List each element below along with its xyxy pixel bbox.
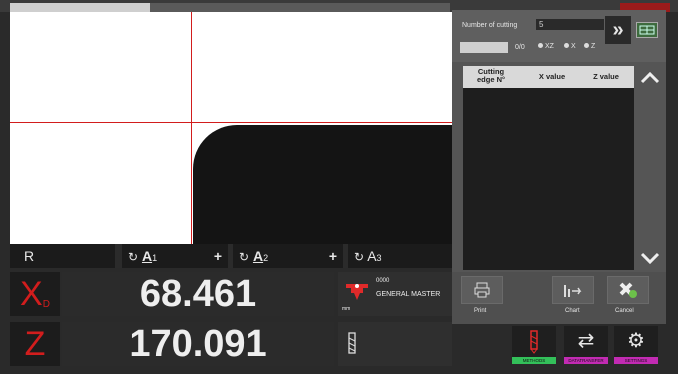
a1-plus-button[interactable]: +: [214, 244, 222, 268]
col-x-value: X value: [538, 72, 566, 81]
tool-holder-icon: [346, 284, 368, 300]
tool-secondary[interactable]: [338, 322, 452, 366]
drill-icon: [348, 332, 356, 354]
number-of-cutting-input[interactable]: 5: [536, 19, 604, 30]
chart-button[interactable]: [552, 276, 594, 304]
a2-plus-button[interactable]: +: [329, 244, 337, 268]
a2-sub: 2: [263, 253, 269, 263]
radio-z[interactable]: Z: [584, 43, 595, 50]
cancel-label: Cancel: [615, 308, 634, 314]
z-axis-letter: Z: [24, 325, 46, 363]
chart-label: Chart: [565, 308, 580, 314]
a3-sub: 3: [376, 253, 382, 263]
tool-name: GENERAL MASTER: [376, 291, 441, 298]
col-z-value: Z value: [593, 72, 619, 81]
a3-label: A: [367, 248, 377, 264]
printer-icon: [474, 282, 490, 298]
a1-sub: 1: [152, 253, 158, 263]
z-value-display: 170.091: [62, 322, 334, 366]
x-axis-letter: X: [20, 275, 43, 313]
col-cutting-edge: Cutting edge N°: [476, 67, 505, 84]
panel-header: Number of cutting 5 » 0/0 XZ X Z: [452, 10, 666, 62]
cutting-edge-panel: Number of cutting 5 » 0/0 XZ X Z Cutting…: [452, 10, 666, 324]
tool-code: 0000: [376, 278, 390, 284]
drill-icon: [530, 330, 538, 354]
datatransfer-button[interactable]: ⇄ DATATRANSFER: [564, 326, 608, 364]
cancel-button[interactable]: [607, 276, 649, 304]
a1-label: A: [141, 248, 153, 264]
radio-xz[interactable]: XZ: [538, 43, 554, 50]
print-button[interactable]: [461, 276, 503, 304]
a3-cell[interactable]: ↻ A3: [348, 244, 452, 268]
rotate-icon: ↻: [354, 250, 365, 264]
top-strip-segment: [10, 3, 150, 12]
double-chevron-right-icon[interactable]: »: [605, 16, 631, 44]
x-axis-indicator: XD: [10, 272, 60, 316]
chart-icon: [564, 285, 582, 297]
workpiece-silhouette: [193, 125, 452, 244]
radio-x[interactable]: X: [564, 43, 576, 50]
panel-actions: Print Chart Cancel: [452, 272, 666, 324]
status-bar: R ↻ A1 + ↻ A2 + ↻ A3: [10, 244, 452, 268]
cancel-icon: [619, 282, 637, 298]
table-header: Cutting edge N° X value Z value: [463, 66, 634, 88]
crosshair-horizontal: [10, 122, 452, 123]
camera-viewport[interactable]: [10, 12, 452, 244]
print-label: Print: [474, 308, 487, 314]
number-of-cutting-label: Number of cutting: [462, 22, 518, 29]
crosshair-vertical: [191, 12, 192, 244]
chevron-up-icon[interactable]: [638, 68, 662, 91]
a1-cell[interactable]: ↻ A1 +: [122, 244, 228, 268]
x-value-display: 68.461: [62, 272, 334, 316]
methods-button[interactable]: METHODS: [512, 326, 556, 364]
measure-button[interactable]: [460, 42, 508, 53]
settings-button[interactable]: ⚙ SETTINGS: [614, 326, 658, 364]
chevron-down-icon[interactable]: [638, 248, 662, 271]
tool-unit: mm: [342, 306, 351, 312]
settings-label: SETTINGS: [614, 357, 658, 364]
rotate-icon: ↻: [128, 250, 139, 264]
top-strip-segment: [150, 3, 450, 12]
transfer-arrows-icon: ⇄: [577, 330, 595, 352]
cutting-edge-table[interactable]: Cutting edge N° X value Z value: [463, 66, 634, 270]
gear-icon: ⚙: [627, 330, 645, 352]
methods-label: METHODS: [512, 357, 556, 364]
mode-label: R: [24, 248, 35, 264]
counter-text: 0/0: [515, 44, 525, 51]
tool-selector[interactable]: 0000 GENERAL MASTER mm: [338, 272, 452, 316]
a2-cell[interactable]: ↻ A2 +: [233, 244, 343, 268]
a2-label: A: [252, 248, 264, 264]
z-axis-indicator: Z: [10, 322, 60, 366]
datatransfer-label: DATATRANSFER: [564, 357, 608, 364]
grid-icon[interactable]: [636, 22, 658, 38]
mode-cell[interactable]: R: [10, 244, 115, 268]
rotate-icon: ↻: [239, 250, 250, 264]
x-axis-sub: D: [42, 299, 50, 310]
